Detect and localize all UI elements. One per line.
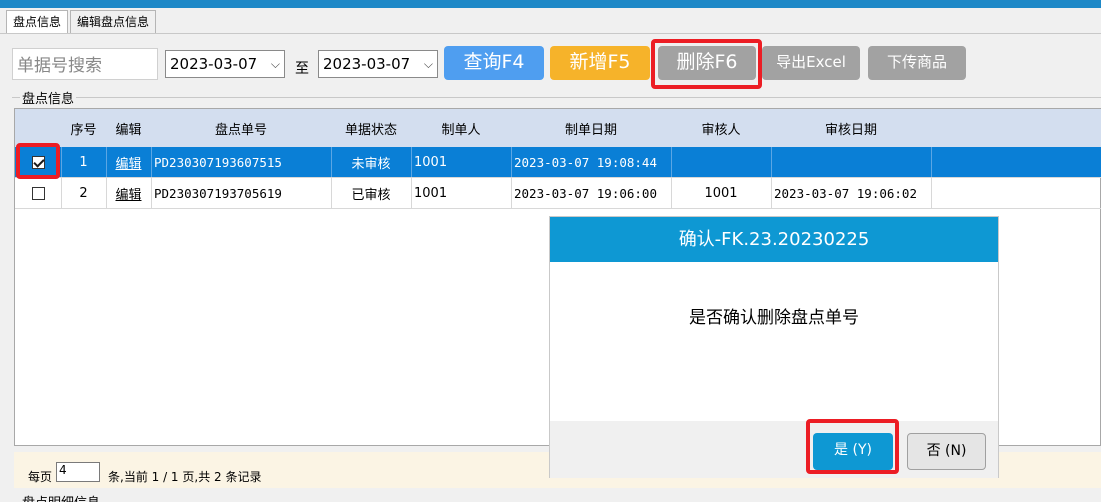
row-created-date: 2023-03-07 19:08:44 <box>514 154 657 170</box>
group-divider <box>12 97 1101 98</box>
pager-summary: 条,当前 1 / 1 页,共 2 条记录 <box>108 470 262 484</box>
confirm-no-button[interactable]: 否 (N) <box>907 433 986 470</box>
row-audited-date: 2023-03-07 19:06:02 <box>774 185 917 201</box>
export-excel-button[interactable]: 导出Excel <box>762 46 860 80</box>
row-checkbox[interactable] <box>31 186 45 200</box>
dialog-actions: 是 (Y) 否 (N) <box>550 421 998 478</box>
row-creator: 1001 <box>414 185 448 201</box>
window-top-bar <box>0 0 1101 8</box>
query-button[interactable]: 查询F4 <box>444 46 544 80</box>
header-auditor: 审核人 <box>701 122 741 138</box>
add-button[interactable]: 新增F5 <box>550 46 650 80</box>
row-audited-date <box>771 147 931 177</box>
section-title: 盘点信息 <box>20 88 77 107</box>
confirm-dialog: 确认-FK.23.20230225 是否确认删除盘点单号 是 (Y) 否 (N) <box>549 216 999 478</box>
row-edit-link[interactable]: 编辑 <box>106 147 151 177</box>
row-index: 1 <box>79 154 88 170</box>
header-code: 盘点单号 <box>214 122 267 138</box>
row-index: 2 <box>79 185 88 201</box>
row-created-date: 2023-03-07 19:06:00 <box>514 185 657 201</box>
header-index: 序号 <box>70 122 97 138</box>
yes-button-highlight <box>806 419 899 474</box>
row-edit-link[interactable]: 编辑 <box>106 178 151 208</box>
row-code: PD230307193705619 <box>154 185 282 201</box>
pager-per-page-label: 每页 <box>28 470 53 484</box>
dialog-title: 确认-FK.23.20230225 <box>550 217 998 262</box>
dialog-message: 是否确认删除盘点单号 <box>689 308 859 328</box>
header-created-date: 制单日期 <box>564 122 617 138</box>
table-row[interactable]: 2 编辑 PD230307193705619 已审核 1001 2023-03-… <box>15 178 1101 209</box>
per-page-input[interactable]: 4 <box>56 462 100 482</box>
detail-section-title: 盘点明细信息 <box>22 492 100 502</box>
tab-edit-inventory-info[interactable]: 编辑盘点信息 <box>70 10 157 34</box>
date-from-value: 2023-03-07 <box>170 55 258 73</box>
chevron-down-icon: ⌵ <box>270 57 280 71</box>
header-status: 单据状态 <box>344 122 397 138</box>
chevron-down-icon: ⌵ <box>423 57 433 71</box>
tab-strip: 盘点信息 编辑盘点信息 <box>6 10 158 34</box>
row-auditor <box>671 147 771 177</box>
date-to-value: 2023-03-07 <box>323 55 411 73</box>
table-row[interactable]: 1 编辑 PD230307193607515 未审核 1001 2023-03-… <box>15 147 1101 178</box>
header-creator: 制单人 <box>441 122 481 138</box>
grid-header: 序号 编辑 盘点单号 单据状态 制单人 制单日期 审核人 审核日期 <box>15 109 1101 147</box>
row-status: 已审核 <box>351 187 391 203</box>
upload-products-button[interactable]: 下传商品 <box>868 46 966 80</box>
date-range-separator: 至 <box>295 61 309 77</box>
row-creator: 1001 <box>414 154 448 170</box>
header-select <box>15 109 61 147</box>
date-from-select[interactable]: 2023-03-07 ⌵ <box>165 50 285 78</box>
tab-inventory-info[interactable]: 盘点信息 <box>6 10 69 34</box>
delete-button-highlight <box>651 39 762 89</box>
row-auditor: 1001 <box>704 185 738 201</box>
header-edit: 编辑 <box>115 122 142 138</box>
row-select-cell[interactable] <box>15 178 61 208</box>
date-to-select[interactable]: 2023-03-07 ⌵ <box>318 50 438 78</box>
header-audited-date: 审核日期 <box>824 122 877 138</box>
tab-divider <box>0 33 1101 34</box>
row-checkbox-highlight <box>16 143 60 179</box>
row-status: 未审核 <box>351 156 391 172</box>
search-input[interactable]: 单据号搜索 <box>12 48 158 80</box>
row-code: PD230307193607515 <box>154 154 282 170</box>
